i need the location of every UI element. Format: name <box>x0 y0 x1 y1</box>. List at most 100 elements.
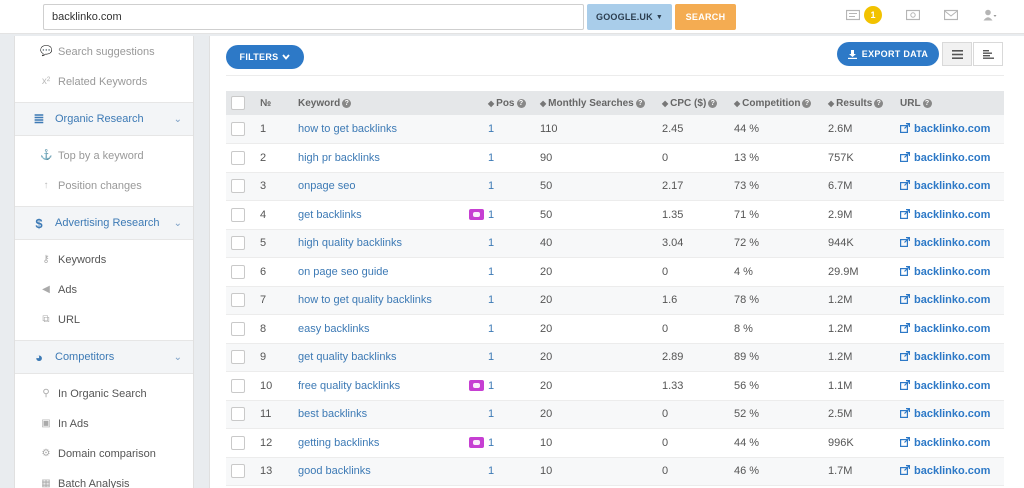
url-link[interactable]: backlinko.com <box>914 380 990 392</box>
header-competition[interactable]: ◆ Competition? <box>734 91 828 115</box>
sidebar-section-organic-research[interactable]: ≣ Organic Research ⌄ <box>15 102 193 136</box>
row-checkbox[interactable] <box>231 378 245 393</box>
sidebar-item-keywords[interactable]: ⚷ Keywords <box>15 245 193 275</box>
position-link[interactable]: 1 <box>488 323 494 335</box>
keyword-link[interactable]: onpage seo <box>298 180 356 192</box>
position-link[interactable]: 1 <box>488 237 494 249</box>
select-all-checkbox[interactable] <box>231 96 245 110</box>
sidebar-item-search-suggestions[interactable]: 💬 Search suggestions <box>15 37 193 67</box>
money-icon[interactable] <box>906 9 920 21</box>
url-link[interactable]: backlinko.com <box>914 437 990 449</box>
sidebar-section-competitors[interactable]: ◕ Competitors ⌄ <box>15 340 193 374</box>
list-view-button[interactable] <box>942 42 972 66</box>
export-data-button[interactable]: EXPORT DATA <box>837 42 939 66</box>
external-link-icon <box>900 322 910 333</box>
filters-button[interactable]: FILTERS <box>226 45 304 69</box>
table-row: 11 best backlinks 1 20 0 52 % 2.5M backlinko.co… <box>226 400 1004 429</box>
sidebar-item-in-ads[interactable]: ▣ In Ads <box>15 409 193 439</box>
url-link[interactable]: backlinko.com <box>914 465 990 477</box>
notification-badge[interactable]: 1 <box>864 6 882 24</box>
sidebar-item-related-keywords[interactable]: x² Related Keywords <box>15 67 193 97</box>
help-icon[interactable]: ? <box>516 98 526 108</box>
url-link[interactable]: backlinko.com <box>914 351 990 363</box>
mail-icon[interactable] <box>944 9 958 21</box>
compact-view-button[interactable] <box>973 42 1003 66</box>
keyword-link[interactable]: on page seo guide <box>298 266 389 278</box>
keyword-link[interactable]: good backlinks <box>298 465 371 477</box>
position-link[interactable]: 1 <box>488 152 494 164</box>
comment-icon[interactable] <box>469 437 484 448</box>
domain-search-input[interactable] <box>43 4 584 30</box>
url-link[interactable]: backlinko.com <box>914 123 990 135</box>
help-icon[interactable]: ? <box>635 98 645 108</box>
url-link[interactable]: backlinko.com <box>914 152 990 164</box>
projects-icon[interactable] <box>846 9 860 21</box>
position-link[interactable]: 1 <box>488 209 494 221</box>
comment-icon[interactable] <box>469 209 484 220</box>
url-link[interactable]: backlinko.com <box>914 180 990 192</box>
header-pos[interactable]: ◆ Pos? <box>488 91 540 115</box>
help-icon[interactable]: ? <box>708 98 718 108</box>
user-icon[interactable] <box>983 9 997 21</box>
sidebar-item-top-by-keyword[interactable]: ⚓ Top by a keyword <box>15 141 193 171</box>
comment-icon[interactable] <box>469 380 484 391</box>
keyword-link[interactable]: get quality backlinks <box>298 351 396 363</box>
url-link[interactable]: backlinko.com <box>914 266 990 278</box>
keyword-link[interactable]: best backlinks <box>298 408 367 420</box>
sidebar-item-batch-analysis[interactable]: ▦ Batch Analysis <box>15 469 193 488</box>
row-checkbox[interactable] <box>231 321 245 336</box>
header-monthly-searches[interactable]: ◆ Monthly Searches? <box>540 91 662 115</box>
row-checkbox[interactable] <box>231 264 245 279</box>
help-icon[interactable]: ? <box>802 98 812 108</box>
sidebar-item-domain-comparison[interactable]: ⚙ Domain comparison <box>15 439 193 469</box>
position-link[interactable]: 1 <box>488 180 494 192</box>
keyword-link[interactable]: high pr backlinks <box>298 152 380 164</box>
keyword-link[interactable]: high quality backlinks <box>298 237 402 249</box>
row-checkbox[interactable] <box>231 179 245 194</box>
header-cpc[interactable]: ◆ CPC ($)? <box>662 91 734 115</box>
row-checkbox[interactable] <box>231 407 245 422</box>
url-link[interactable]: backlinko.com <box>914 323 990 335</box>
help-icon[interactable]: ? <box>922 98 932 108</box>
sidebar-section-advertising-research[interactable]: $ Advertising Research ⌄ <box>15 206 193 240</box>
sidebar-item-url[interactable]: ⧉ URL <box>15 305 193 335</box>
position-link[interactable]: 1 <box>488 351 494 363</box>
keyword-link[interactable]: how to get backlinks <box>298 123 397 135</box>
help-icon[interactable]: ? <box>874 98 884 108</box>
help-icon[interactable]: ? <box>342 98 352 108</box>
sidebar-item-position-changes[interactable]: ↑ Position changes <box>15 171 193 201</box>
url-link[interactable]: backlinko.com <box>914 408 990 420</box>
header-keyword[interactable]: Keyword? <box>298 91 488 115</box>
position-link[interactable]: 1 <box>488 266 494 278</box>
keyword-link[interactable]: free quality backlinks <box>298 380 400 392</box>
position-link[interactable]: 1 <box>488 380 494 392</box>
keyword-link[interactable]: easy backlinks <box>298 323 370 335</box>
position-link[interactable]: 1 <box>488 437 494 449</box>
row-checkbox[interactable] <box>231 464 245 479</box>
keyword-link[interactable]: get backlinks <box>298 209 362 221</box>
keyword-link[interactable]: how to get quality backlinks <box>298 294 432 306</box>
position-link[interactable]: 1 <box>488 408 494 420</box>
database-select-button[interactable]: GOOGLE.UK ▼ <box>587 4 672 30</box>
row-checkbox[interactable] <box>231 293 245 308</box>
row-checkbox[interactable] <box>231 150 245 165</box>
search-button[interactable]: SEARCH <box>675 4 736 30</box>
header-label: Pos <box>496 97 515 109</box>
url-link[interactable]: backlinko.com <box>914 237 990 249</box>
url-link[interactable]: backlinko.com <box>914 209 990 221</box>
row-number: 9 <box>260 351 267 364</box>
sidebar-item-ads[interactable]: ◀ Ads <box>15 275 193 305</box>
position-link[interactable]: 1 <box>488 123 494 135</box>
url-link[interactable]: backlinko.com <box>914 294 990 306</box>
header-results[interactable]: ◆ Results? <box>828 91 900 115</box>
position-link[interactable]: 1 <box>488 465 494 477</box>
keyword-link[interactable]: getting backlinks <box>298 437 379 449</box>
row-checkbox[interactable] <box>231 207 245 222</box>
competition-value: 46 % <box>734 465 760 478</box>
row-checkbox[interactable] <box>231 350 245 365</box>
row-checkbox[interactable] <box>231 122 245 136</box>
row-checkbox[interactable] <box>231 236 245 251</box>
position-link[interactable]: 1 <box>488 294 494 306</box>
row-checkbox[interactable] <box>231 435 245 450</box>
sidebar-item-in-organic-search[interactable]: ⚲ In Organic Search <box>15 379 193 409</box>
